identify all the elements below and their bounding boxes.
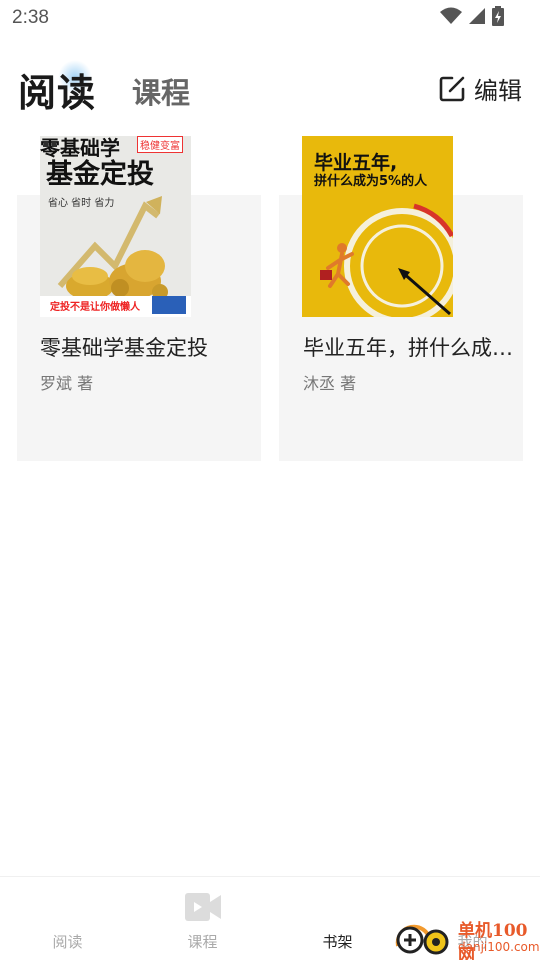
- status-bar: 2:38: [0, 0, 540, 36]
- watermark-url: danji100.com: [458, 940, 540, 954]
- edit-label: 编辑: [474, 77, 522, 105]
- nav-label: 书架: [322, 933, 353, 951]
- cover-badge: 稳健变富: [137, 136, 183, 153]
- edit-button[interactable]: 编辑: [438, 71, 522, 106]
- battery-icon: [492, 6, 504, 26]
- cover-tagline: 定投不是让你做懒人: [50, 302, 140, 313]
- nav-label: 阅读: [52, 933, 83, 951]
- cover-title: 基金定投: [46, 159, 154, 190]
- book-author: 罗斌 著: [40, 374, 94, 393]
- video-icon: [185, 893, 221, 921]
- nav-label: 课程: [187, 933, 218, 951]
- wifi-icon: [440, 7, 462, 24]
- tab-course[interactable]: 课程: [132, 70, 190, 112]
- book-title[interactable]: 零基础学基金定投: [40, 332, 260, 362]
- nav-item-bookshelf[interactable]: 书架: [270, 877, 405, 960]
- status-icons: [440, 6, 504, 26]
- status-time: 2:38: [12, 7, 49, 28]
- cover-subtitle: 拼什么成为5%的人: [314, 174, 428, 189]
- book-cover[interactable]: 零基础学 稳健变富 基金定投 省心 省时 省力 定投不是让你做懒人: [40, 136, 191, 317]
- book-cover[interactable]: 毕业五年, 拼什么成为5%的人: [302, 136, 453, 317]
- signal-icon: [469, 8, 485, 24]
- watermark-logo-icon: [395, 924, 449, 955]
- book-author: 沐丞 著: [303, 374, 357, 393]
- header: 阅读 课程 编辑: [0, 56, 540, 120]
- cover-subtitle: 省心 省时 省力: [48, 198, 115, 209]
- edit-icon: [439, 76, 465, 101]
- nav-item-course[interactable]: 课程: [135, 877, 270, 960]
- book-title[interactable]: 毕业五年，拼什么成为5%的人: [303, 332, 523, 362]
- watermark: 单机100网 danji100.com: [390, 916, 540, 960]
- tab-reading[interactable]: 阅读: [18, 62, 96, 117]
- nav-item-reading[interactable]: 阅读: [0, 877, 135, 960]
